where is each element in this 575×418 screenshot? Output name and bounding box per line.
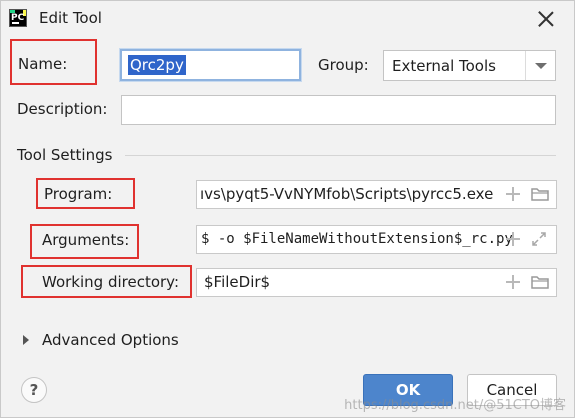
name-label: Name: [18,55,68,73]
description-input[interactable] [121,95,556,125]
name-input[interactable]: Qrc2py [120,49,301,81]
advanced-options-toggle[interactable]: Advanced Options [42,331,179,349]
program-field[interactable]: ıvs\pyqt5-VvNYMfob\Scripts\pyrcc5.exe [196,180,557,209]
section-divider [125,155,556,156]
group-select[interactable]: External Tools [383,50,556,81]
working-directory-label: Working directory: [42,273,180,291]
group-value: External Tools [392,56,496,75]
edit-tool-dialog: PC Edit Tool Name: Qrc2py Group: Externa… [0,0,575,418]
add-macro-icon[interactable] [506,232,520,246]
group-label: Group: [318,56,369,74]
chevron-down-icon [534,62,547,69]
description-label: Description: [17,100,108,118]
folder-icon[interactable] [531,187,549,201]
program-label: Program: [44,185,113,203]
help-button[interactable]: ? [21,377,47,403]
arguments-field[interactable]: $ -o $FileNameWithoutExtension$_rc.py [196,225,557,254]
folder-icon[interactable] [531,275,549,289]
working-directory-field[interactable]: $FileDir$ [196,268,557,297]
program-value: ıvs\pyqt5-VvNYMfob\Scripts\pyrcc5.exe [200,185,494,203]
add-macro-icon[interactable] [506,187,520,201]
expand-icon[interactable] [531,231,547,247]
working-directory-value: $FileDir$ [204,273,271,291]
window-title: Edit Tool [39,9,102,27]
close-icon[interactable] [537,10,555,28]
title-bar: PC Edit Tool [1,1,574,37]
tool-settings-title: Tool Settings [17,146,113,164]
expand-triangle-icon[interactable] [23,335,29,345]
name-value: Qrc2py [128,55,186,75]
arguments-value: $ -o $FileNameWithoutExtension$_rc.py [201,231,513,247]
pycharm-icon: PC [9,9,27,27]
watermark-text: https://blog.csdn.net/@51CTO博客 [344,398,566,413]
add-macro-icon[interactable] [506,275,520,289]
arguments-label: Arguments: [42,231,130,249]
